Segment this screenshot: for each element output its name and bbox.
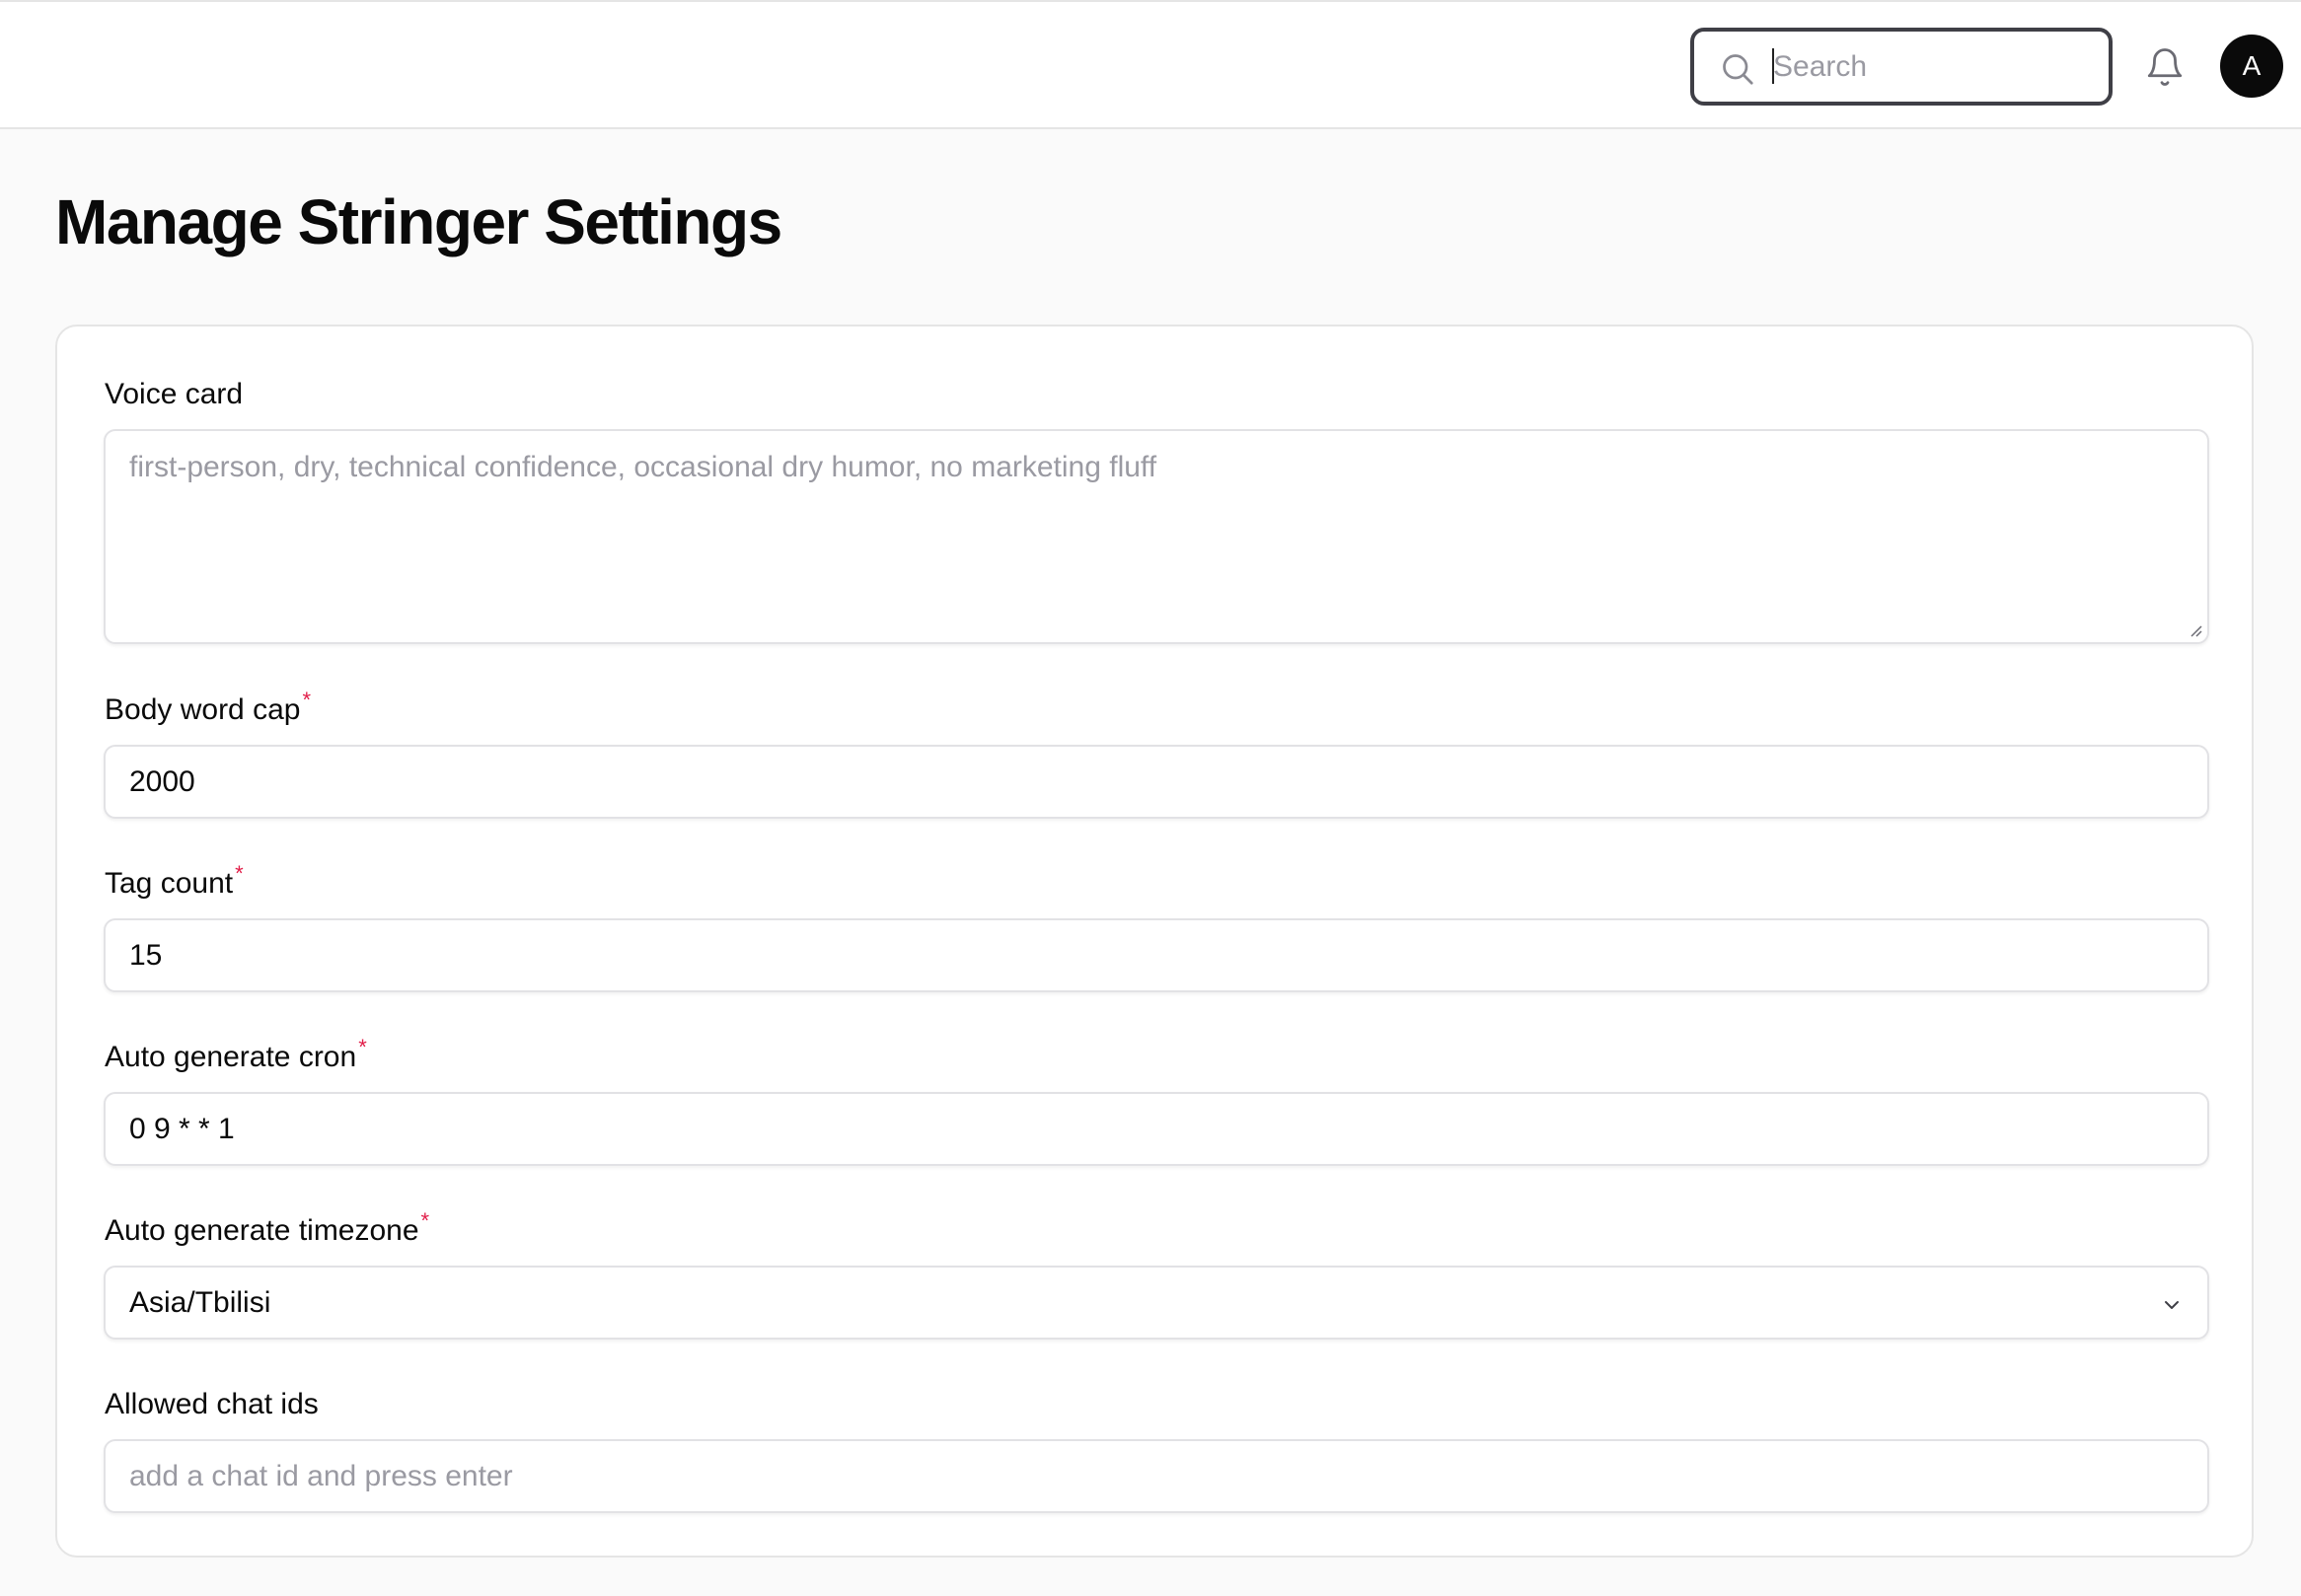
top-bar: A <box>0 0 2301 129</box>
resize-handle-icon[interactable] <box>2188 622 2203 638</box>
auto-generate-cron-input[interactable]: 0 9 * * 1 <box>104 1092 2209 1166</box>
body-word-cap-input[interactable]: 2000 <box>104 745 2209 819</box>
body-word-cap-value: 2000 <box>129 764 195 798</box>
auto-generate-timezone-value: Asia/Tbilisi <box>129 1285 271 1319</box>
search-icon <box>1723 54 1753 85</box>
settings-card: Voice card first-person, dry, technical … <box>55 325 2254 1558</box>
voice-card-textarea[interactable]: first-person, dry, technical confidence,… <box>104 429 2209 644</box>
body-word-cap-label: Body word cap* <box>105 688 312 726</box>
text-cursor <box>1772 48 1774 84</box>
required-marker: * <box>235 861 244 886</box>
bell-icon[interactable] <box>2144 45 2186 89</box>
tag-count-input[interactable]: 15 <box>104 918 2209 992</box>
auto-generate-timezone-select[interactable]: Asia/Tbilisi <box>104 1266 2209 1340</box>
allowed-chat-ids-placeholder: add a chat id and press enter <box>129 1459 513 1492</box>
required-marker: * <box>358 1035 367 1059</box>
auto-generate-timezone-label: Auto generate timezone* <box>105 1208 430 1247</box>
required-marker: * <box>420 1208 430 1233</box>
auto-generate-cron-label: Auto generate cron* <box>105 1035 367 1073</box>
voice-card-label: Voice card <box>105 378 244 410</box>
avatar[interactable]: A <box>2220 35 2283 98</box>
voice-card-placeholder: first-person, dry, technical confidence,… <box>129 451 1157 483</box>
allowed-chat-ids-label: Allowed chat ids <box>105 1388 319 1420</box>
allowed-chat-ids-input[interactable]: add a chat id and press enter <box>104 1439 2209 1513</box>
chevron-down-icon <box>2165 1301 2179 1309</box>
tag-count-label: Tag count* <box>105 861 244 900</box>
required-marker: * <box>302 688 312 712</box>
search-box[interactable] <box>1690 28 2113 106</box>
page-title: Manage Stringer Settings <box>55 186 782 257</box>
auto-generate-cron-value: 0 9 * * 1 <box>129 1112 235 1145</box>
search-input[interactable] <box>1773 39 2099 95</box>
tag-count-value: 15 <box>129 938 163 972</box>
